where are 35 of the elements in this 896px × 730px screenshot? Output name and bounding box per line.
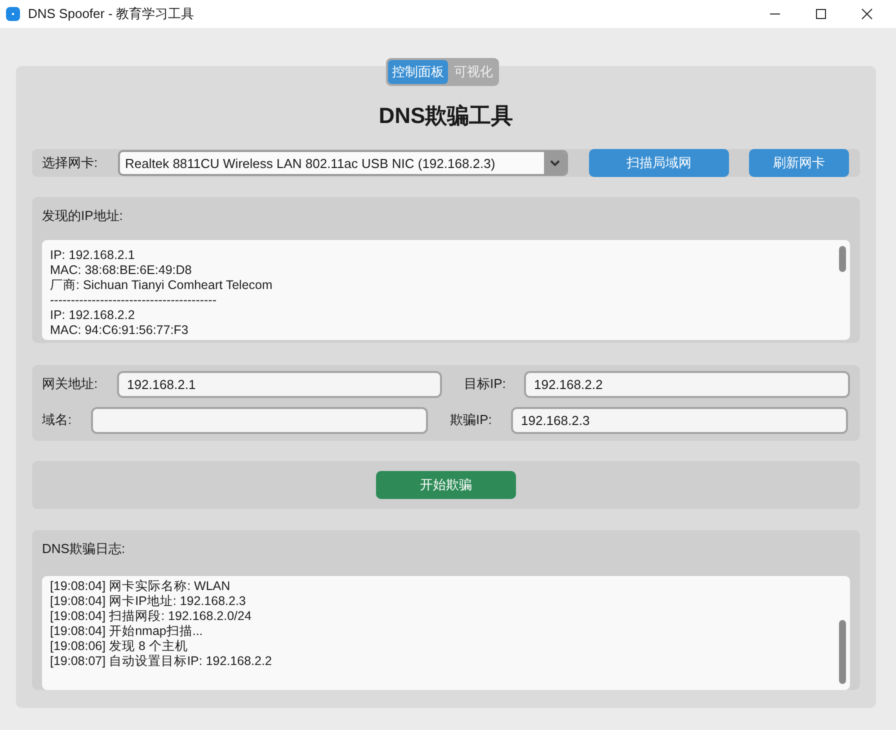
text-line: IP: 192.168.2.2 bbox=[50, 308, 136, 323]
scrollbar-thumb[interactable] bbox=[839, 620, 846, 684]
input-field[interactable]: 192.168.2.2 bbox=[524, 370, 850, 398]
input-field[interactable]: 192.168.2.1 bbox=[117, 370, 442, 398]
log-line: [19:08:06] 发现 8 个主机 bbox=[50, 639, 189, 654]
text-line: 厂商: Sichuan Tianyi Comheart Telecom bbox=[50, 278, 274, 293]
field-label: 域名: bbox=[42, 411, 73, 429]
panel-label: DNS欺骗日志: bbox=[42, 540, 126, 558]
adapter-dropdown[interactable]: Realtek 8811CU Wireless LAN 802.11ac USB NIC (192.168.2.3) bbox=[118, 150, 568, 176]
log-line: [19:08:04] 网卡实际名称: WLAN bbox=[50, 579, 232, 594]
log-line: [19:08:04] 网卡IP地址: 192.168.2.3 bbox=[50, 594, 247, 609]
text-line: MAC: 94:C6:91:56:77:F3 bbox=[50, 323, 190, 338]
maximize-icon[interactable] bbox=[815, 8, 827, 20]
scrollbar-thumb[interactable] bbox=[839, 246, 846, 272]
log-line: [19:08:07] 自动设置目标IP: 192.168.2.2 bbox=[50, 654, 273, 669]
start-button[interactable]: 开始欺骗 bbox=[376, 471, 516, 499]
panel-label: 发现的IP地址: bbox=[42, 207, 124, 225]
caret-icon bbox=[550, 160, 560, 166]
log-line: [19:08:04] 开始nmap扫描... bbox=[50, 624, 204, 639]
window-title: DNS Spoofer - 教育学习工具 bbox=[28, 5, 194, 23]
log-area[interactable]: [19:08:04] 网卡实际名称: WLAN [19:08:04] 网卡IP地址: 192.168.2.3 [19:08:04] 扫描网段: 192.168.2.0/24 [19:08:04] 开始nmap扫描... [19:08:06] 发现 8 个主机 [19:08:07] 自动设置目标IP: 192.168.2.2 bbox=[42, 576, 850, 690]
field-label: 网关地址: bbox=[42, 375, 99, 393]
text-line: IP: 192.168.2.1 bbox=[50, 248, 136, 263]
input-field[interactable]: 192.168.2.3 bbox=[511, 406, 848, 434]
field-label: 欺骗IP: bbox=[450, 411, 493, 429]
log-line: [19:08:04] 扫描网段: 192.168.2.0/24 bbox=[50, 609, 252, 624]
close-icon[interactable] bbox=[861, 8, 873, 20]
text-area[interactable]: IP: 192.168.2.1 MAC: 38:68:BE:6E:49:D8 厂商: Sichuan Tianyi Comheart Telecom ---------------------------------------- IP: 192.168.2.2 MAC: 94:C6:91:56:77:F3 bbox=[42, 240, 850, 340]
page-heading: DNS欺骗工具 bbox=[378, 103, 514, 129]
adapter-label: 选择网卡: bbox=[42, 154, 99, 172]
field-label: 目标IP: bbox=[464, 375, 507, 393]
text-line: ---------------------------------------- bbox=[50, 293, 218, 308]
app-icon bbox=[6, 7, 20, 21]
text-line: MAC: 38:68:BE:6E:49:D8 bbox=[50, 263, 193, 278]
input-field[interactable] bbox=[91, 406, 428, 434]
